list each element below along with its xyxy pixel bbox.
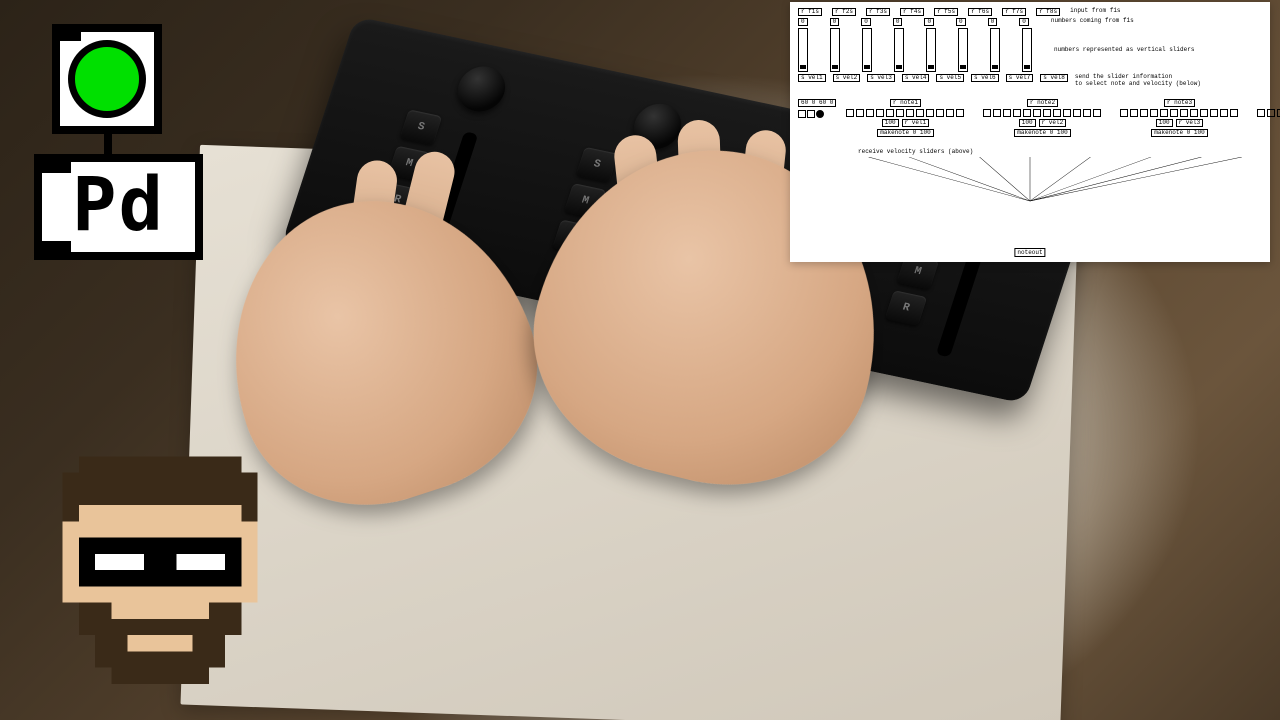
number-box: 0 — [956, 18, 966, 26]
patch-fan-lines — [798, 157, 1262, 205]
makenote-obj: makenote 0 100 — [1151, 129, 1207, 137]
patch-comment: to select note and velocity (below) — [1075, 81, 1201, 87]
vel-recv: r vel3 — [1176, 119, 1204, 127]
vslider-icon — [798, 28, 808, 72]
pixel-avatar — [30, 440, 290, 700]
number-box: 0 — [798, 18, 808, 26]
send-obj: s vel3 — [867, 74, 895, 82]
number-box: 0 — [1019, 18, 1029, 26]
patch-slider-row: numbers represented as vertical sliders — [798, 28, 1262, 72]
pd-bang-icon — [52, 24, 162, 134]
solo-button[interactable]: S — [576, 147, 619, 183]
send-obj: s vel6 — [971, 74, 999, 82]
vslider-icon — [862, 28, 872, 72]
receive-obj: r f8s — [1036, 8, 1060, 16]
receive-obj: r f6s — [968, 8, 992, 16]
receive-note: r note2 — [1027, 99, 1058, 107]
send-obj: s vel7 — [1006, 74, 1034, 82]
makenote-obj: makenote 0 100 — [1014, 129, 1070, 137]
dur-box: 100 — [1156, 119, 1173, 127]
number-box: 0 — [893, 18, 903, 26]
send-obj: s vel1 — [798, 74, 826, 82]
receive-obj: r f7s — [1002, 8, 1026, 16]
number-box: 0 — [830, 18, 840, 26]
vslider-icon — [926, 28, 936, 72]
vel-recv: r vel1 — [902, 119, 930, 127]
send-obj: s vel2 — [833, 74, 861, 82]
vslider-icon — [894, 28, 904, 72]
patch-comment: input from f1s — [1070, 8, 1120, 14]
receive-obj: r f1s — [798, 8, 822, 16]
receive-obj: r f3s — [866, 8, 890, 16]
vslider-icon — [1022, 28, 1032, 72]
number-box: 0 — [988, 18, 998, 26]
note-group: r note4 100 r vel4 makenote 0 100 noteou… — [1257, 99, 1280, 147]
patch-comment: numbers coming from f1s — [1051, 18, 1134, 24]
dur-box: 100 — [1019, 119, 1036, 127]
puredata-logo: Pd — [34, 24, 203, 260]
number-box: 0 — [861, 18, 871, 26]
noteout-bottom: noteout — [1014, 248, 1045, 257]
note-group: r note2 100 r vel2 makenote 0 100 — [983, 99, 1102, 137]
receive-note: r note3 — [1164, 99, 1195, 107]
send-obj: s vel5 — [936, 74, 964, 82]
receive-obj: r f5s — [934, 8, 958, 16]
rec-button[interactable]: R — [885, 290, 928, 326]
receive-obj: r f2s — [832, 8, 856, 16]
hsl-box: 60 0 60 0 — [798, 99, 836, 107]
note-group: r note3 100 r vel3 makenote 0 100 — [1120, 99, 1239, 137]
patch-comment: numbers represented as vertical sliders — [1054, 47, 1194, 53]
vslider-icon — [958, 28, 968, 72]
send-obj: s vel4 — [902, 74, 930, 82]
receive-note: r note1 — [890, 99, 921, 107]
patch-comment: receive velocity sliders (above) — [858, 149, 973, 155]
note-group: r note1 100 r vel1 makenote 0 100 — [846, 99, 965, 137]
vel-recv: r vel2 — [1039, 119, 1067, 127]
number-box: 0 — [924, 18, 934, 26]
pd-patch-overlay: r f1s r f2s r f3s r f4s r f5s r f6s r f7… — [790, 2, 1270, 262]
receive-obj: r f4s — [900, 8, 924, 16]
vslider-icon — [830, 28, 840, 72]
pd-object-box: Pd — [34, 154, 203, 260]
patch-groups-row: 60 0 60 0 r note1 100 r vel1 makenote 0 … — [798, 99, 1262, 147]
patch-number-row: 0 0 0 0 0 0 0 0 numbers coming from f1s — [798, 18, 1262, 26]
patch-send-row: s vel1 s vel2 s vel3 s vel4 s vel5 s vel… — [798, 74, 1262, 87]
knob-1[interactable] — [452, 62, 511, 116]
patch-input-row: r f1s r f2s r f3s r f4s r f5s r f6s r f7… — [798, 8, 1262, 16]
pd-label: Pd — [72, 168, 165, 242]
send-obj: s vel8 — [1040, 74, 1068, 82]
dur-box: 100 — [882, 119, 899, 127]
solo-button[interactable]: S — [400, 109, 443, 145]
makenote-obj: makenote 0 100 — [877, 129, 933, 137]
vslider-icon — [990, 28, 1000, 72]
